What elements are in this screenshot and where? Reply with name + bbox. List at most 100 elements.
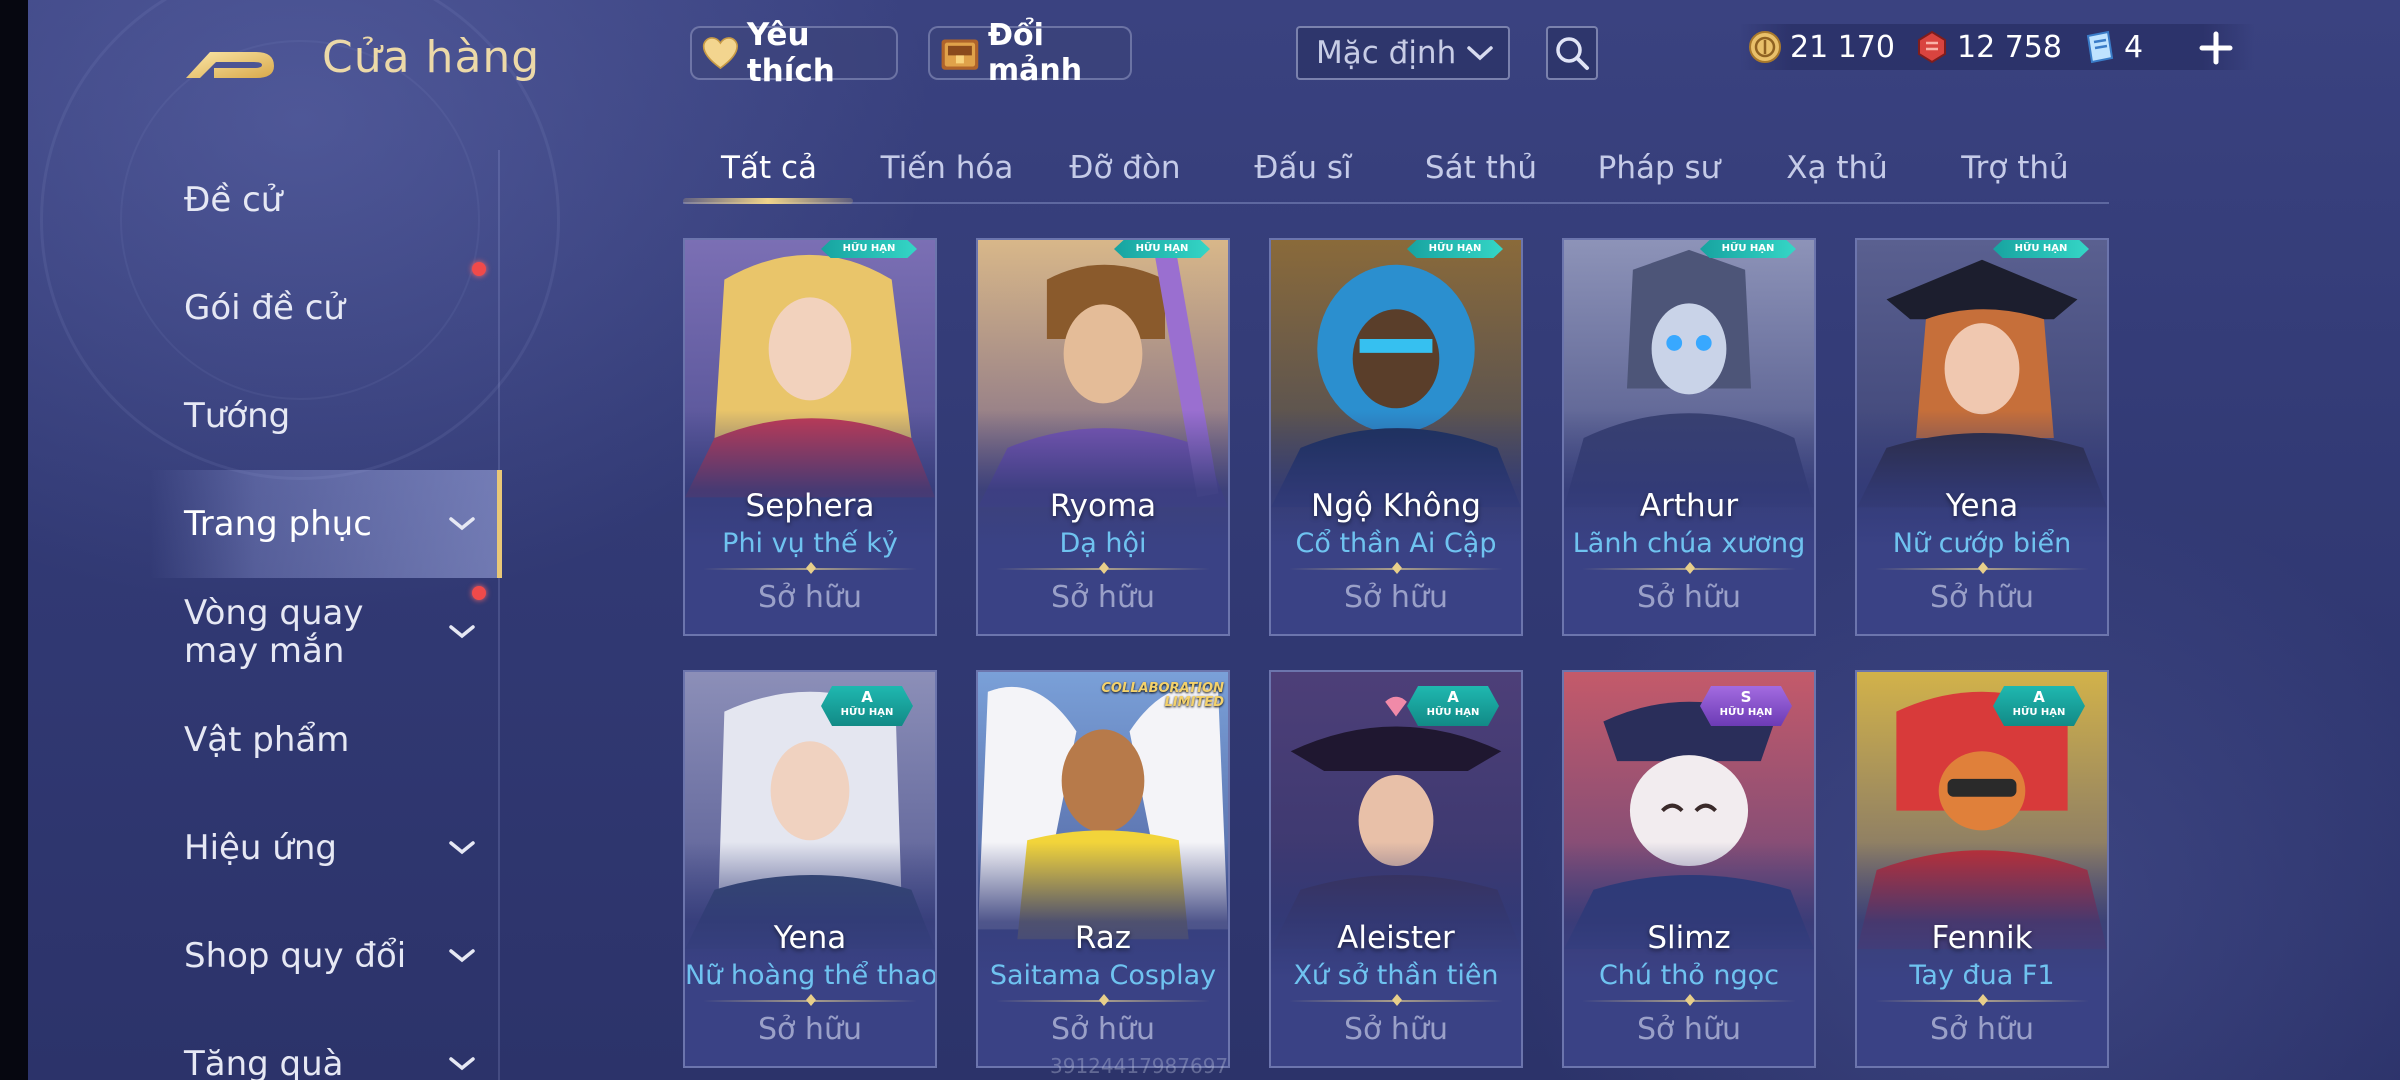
sidebar-item-label: Tăng quà — [184, 1044, 344, 1080]
owned-status: Sở hữu — [1344, 1012, 1448, 1047]
owned-status: Sở hữu — [1930, 580, 2034, 615]
skin-card[interactable]: HỮU HẠN Yena Nữ cướp biển Sở hữu — [1855, 238, 2109, 636]
skin-card[interactable]: HỮU HẠN Ryoma Dạ hội Sở hữu — [976, 238, 1230, 636]
collab-line-2: LIMITED — [1164, 695, 1224, 710]
ticket-amount: 4 — [2123, 29, 2144, 65]
skin-card[interactable]: HỮU HẠN Arthur Lãnh chúa xương Sở hữu — [1562, 238, 1816, 636]
limited-label: HỮU HẠN — [1426, 707, 1480, 718]
skin-name: Chú thỏ ngọc — [1598, 960, 1780, 991]
fragment-exchange-button[interactable]: Đổi mảnh — [928, 18, 1132, 88]
hero-name: Arthur — [1639, 488, 1739, 524]
hero-name: Aleister — [1337, 920, 1455, 956]
gold-currency: 21 170 — [1748, 30, 1895, 65]
gold-coin-icon — [1749, 31, 1781, 63]
skin-name: Nữ cướp biển — [1892, 528, 2072, 559]
sort-dropdown[interactable]: Mặc định — [1296, 26, 1510, 80]
red-voucher-icon — [1917, 30, 1946, 64]
sidebar-item-label: Gói đề cử — [184, 288, 345, 328]
role-filter-tabs: Tất cả Tiến hóa Đỡ đòn Đấu sĩ Sát thủ Ph… — [683, 140, 2109, 204]
tab-tank[interactable]: Đỡ đòn — [1069, 150, 1180, 186]
left-letterbox — [0, 0, 28, 1080]
grade-a-limited-badge: A HỮU HẠN — [1407, 686, 1499, 726]
tab-all[interactable]: Tất cả — [721, 150, 817, 186]
tab-support[interactable]: Trợ thủ — [1961, 150, 2068, 186]
hero-name: Fennik — [1931, 920, 2033, 956]
skin-card[interactable]: S HỮU HẠN Slimz Chú thỏ ngọc Sở hữu — [1562, 670, 1816, 1068]
add-currency-button[interactable] — [2196, 28, 2236, 68]
skin-card[interactable]: HỮU HẠN Ngộ Không Cổ thần Ai Cập Sở hữu — [1269, 238, 1523, 636]
collaboration-limited-badge: COLLABORATION LIMITED — [1088, 682, 1224, 712]
sidebar-item-effects[interactable]: Hiệu ứng — [150, 794, 502, 902]
fragment-exchange-label: Đổi mảnh — [987, 18, 1083, 88]
notification-dot — [472, 586, 486, 600]
limited-label: HỮU HẠN — [1719, 707, 1773, 718]
chevron-down-icon — [449, 517, 475, 531]
sidebar-item-lucky-wheel[interactable]: Vòng quay may mắn — [150, 578, 502, 686]
skin-card[interactable]: HỮU HẠN Sephera Phi vụ thế kỷ Sở hữu — [683, 238, 937, 636]
shop-screen: Cửa hàng Yêu thích Đổi mảnh Mặc định 21 … — [0, 0, 2400, 1080]
hero-name: Ngộ Không — [1311, 488, 1481, 524]
plus-icon — [2199, 31, 2233, 65]
sidebar-item-items[interactable]: Vật phẩm — [150, 686, 502, 794]
tab-marksman[interactable]: Xạ thủ — [1786, 150, 1888, 186]
voucher-amount: 12 758 — [1956, 29, 2062, 65]
owned-status: Sở hữu — [1051, 580, 1155, 615]
chevron-down-icon — [449, 949, 475, 963]
sidebar-item-exchange-shop[interactable]: Shop quy đổi — [150, 902, 502, 1010]
limited-badge: HỮU HẠN — [1407, 240, 1503, 258]
skin-name: Lãnh chúa xương — [1572, 528, 1806, 559]
skin-name: Dạ hội — [1059, 528, 1147, 559]
hero-name: Slimz — [1647, 920, 1731, 956]
grade-letter: A — [861, 688, 873, 706]
blue-ticket-icon — [2086, 30, 2114, 64]
skin-name: Saitama Cosplay — [989, 960, 1217, 991]
sidebar-item-label: Đề cử — [184, 180, 283, 220]
hero-name: Sephera — [745, 488, 875, 524]
sidebar-item-heroes[interactable]: Tướng — [150, 362, 502, 470]
heart-icon — [702, 37, 738, 70]
grade-letter: A — [1447, 688, 1459, 706]
search-icon — [1556, 37, 1589, 70]
tab-fighter[interactable]: Đấu sĩ — [1254, 150, 1351, 186]
tab-assassin[interactable]: Sát thủ — [1425, 150, 1537, 186]
owned-status: Sở hữu — [758, 1012, 862, 1047]
tab-evolution[interactable]: Tiến hóa — [881, 150, 1014, 186]
skin-card[interactable]: A HỮU HẠN Fennik Tay đua F1 Sở hữu — [1855, 670, 2109, 1068]
grade-letter: S — [1740, 688, 1752, 706]
back-arrow-icon — [186, 52, 274, 78]
sidebar-item-skins[interactable]: Trang phục — [150, 470, 502, 578]
favorites-button[interactable]: Yêu thích — [690, 17, 898, 89]
grade-s-limited-badge: S HỮU HẠN — [1700, 686, 1792, 726]
hero-name: Yena — [773, 920, 847, 956]
grade-a-limited-badge: A HỮU HẠN — [1993, 686, 2085, 726]
id-watermark: 39124417987697 — [1050, 1054, 1229, 1078]
limited-label: HỮU HẠN — [2012, 707, 2066, 718]
grade-letter: A — [2033, 688, 2045, 706]
skin-name: Phi vụ thế kỷ — [722, 528, 898, 559]
skin-card[interactable]: A HỮU HẠN Yena Nữ hoàng thể thao Sở hữu — [683, 670, 937, 1068]
limited-badge: HỮU HẠN — [821, 240, 917, 258]
hero-name: Ryoma — [1049, 488, 1157, 524]
tab-mage[interactable]: Pháp sư — [1598, 150, 1721, 186]
sidebar-item-gifting[interactable]: Tăng quà — [150, 1010, 502, 1080]
notification-dot — [472, 262, 486, 276]
back-button[interactable] — [180, 30, 280, 90]
sidebar-item-label: Trang phục — [184, 504, 372, 544]
search-button[interactable] — [1546, 26, 1598, 80]
skin-card[interactable]: COLLABORATION LIMITED Raz Saitama Cospla… — [976, 670, 1230, 1068]
chevron-down-icon — [449, 625, 475, 639]
limited-badge: HỮU HẠN — [1700, 240, 1796, 258]
sidebar-item-recommended-bundles[interactable]: Gói đề cử — [150, 254, 502, 362]
sidebar-item-label: Tướng — [184, 396, 291, 436]
owned-status: Sở hữu — [1930, 1012, 2034, 1047]
limited-label: HỮU HẠN — [840, 707, 894, 718]
limited-badge: HỮU HẠN — [1114, 240, 1210, 258]
voucher-currency: 12 758 — [1915, 30, 2062, 65]
hero-name: Raz — [1074, 920, 1132, 956]
skin-name: Cổ thần Ai Cập — [1295, 528, 1497, 559]
active-tab-indicator — [683, 198, 853, 204]
limited-badge: HỮU HẠN — [1993, 240, 2089, 258]
skin-card[interactable]: A HỮU HẠN Aleister Xứ sở thần tiên Sở hữ… — [1269, 670, 1523, 1068]
sidebar-item-recommended[interactable]: Đề cử — [150, 146, 502, 254]
sort-value: Mặc định — [1316, 35, 1457, 71]
